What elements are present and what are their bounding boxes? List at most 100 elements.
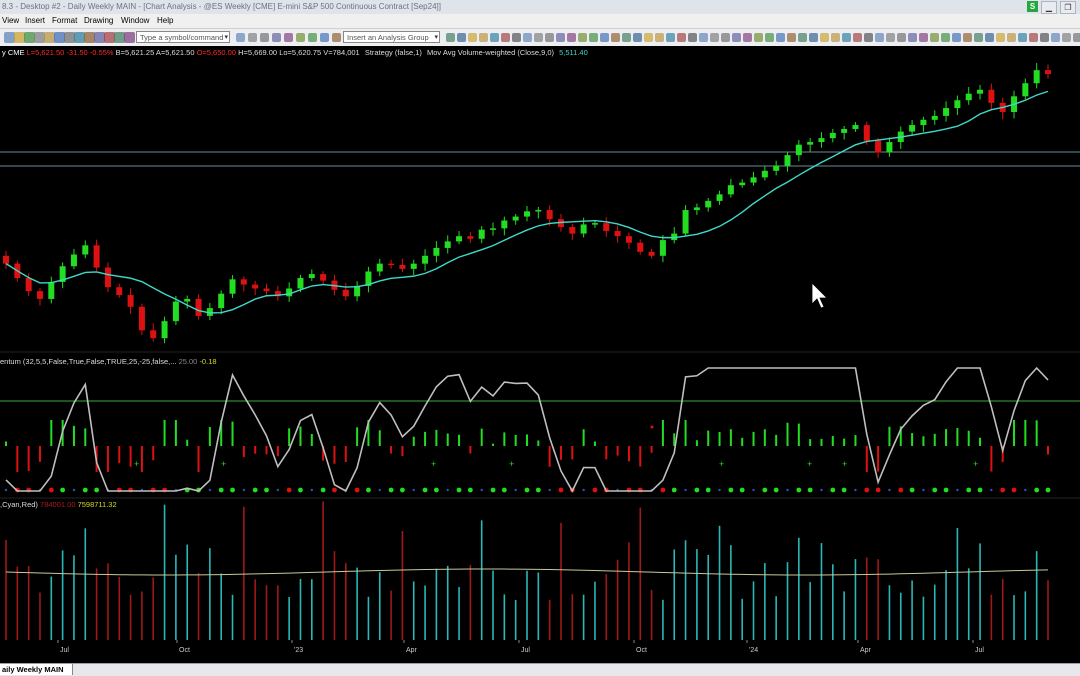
x-axis-label: '24 (749, 647, 758, 654)
toolbar-tool-12-icon[interactable] (479, 33, 488, 42)
toolbar-tool-61-icon[interactable] (1018, 33, 1027, 42)
chevron-down-icon[interactable]: ▾ (434, 32, 438, 42)
toolbar-tool-23-icon[interactable] (600, 33, 609, 42)
toolbar-tool-10-icon[interactable] (457, 33, 466, 42)
toolbar-tool-16-icon[interactable] (523, 33, 532, 42)
toolbar-tool-58-icon[interactable] (985, 33, 994, 42)
toolbar-tool-19-icon[interactable] (556, 33, 565, 42)
toolbar-tool-40-icon[interactable] (787, 33, 796, 42)
toolbar-tool-64-icon[interactable] (1051, 33, 1060, 42)
toolbar-tool-46-icon[interactable] (853, 33, 862, 42)
toolbar-tool-3-icon[interactable] (272, 33, 281, 42)
toolbar-tool-39-icon[interactable] (776, 33, 785, 42)
chart-canvas[interactable]: + + + + + + + + Jul Oct '23 Apr Jul Oct '24 Apr Jul (0, 46, 1080, 663)
toolbar-tool-2-icon[interactable] (260, 33, 269, 42)
minimize-button[interactable]: ▁ (1041, 1, 1057, 14)
volume-bar (877, 559, 879, 640)
toolbar-tool-38-icon[interactable] (765, 33, 774, 42)
candle (70, 254, 77, 267)
toolbar-tool-25-icon[interactable] (622, 33, 631, 42)
toolbar-tool-45-icon[interactable] (842, 33, 851, 42)
toolbar-tool-55-icon[interactable] (952, 33, 961, 42)
toolbar-tool-47-icon[interactable] (864, 33, 873, 42)
momentum-bar (344, 446, 347, 462)
momentum-bar (956, 428, 959, 446)
toolbar-tool-0-icon[interactable] (236, 33, 245, 42)
toolbar-tool-11-icon[interactable] (468, 33, 477, 42)
toolbar-tool-51-icon[interactable] (908, 33, 917, 42)
squeeze-dot (456, 487, 462, 493)
toolbar-tool-31-icon[interactable] (688, 33, 697, 42)
toolbar-tool-13-icon[interactable] (490, 33, 499, 42)
toolbar-tool-32-icon[interactable] (699, 33, 708, 42)
toolbar-tool-59-icon[interactable] (996, 33, 1005, 42)
toolbar-tool-20-icon[interactable] (567, 33, 576, 42)
toolbar-tool-33-icon[interactable] (710, 33, 719, 42)
toolbar-tool-43-icon[interactable] (820, 33, 829, 42)
menu-view[interactable]: View (2, 16, 19, 25)
toolbar-tool-6-icon[interactable] (308, 33, 317, 42)
toolbar-tool-63-icon[interactable] (1040, 33, 1049, 42)
squeeze-dot (4, 488, 8, 492)
toolbar-tool-37-icon[interactable] (754, 33, 763, 42)
toolbar-tool-30-icon[interactable] (677, 33, 686, 42)
toolbar-tool-8-icon[interactable] (332, 33, 341, 42)
toolbar-paste-icon[interactable] (124, 32, 135, 43)
toolbar-tool-56-icon[interactable] (963, 33, 972, 42)
candle (931, 115, 938, 120)
toolbar-tool-9-icon[interactable] (446, 33, 455, 42)
toolbar-tool-36-icon[interactable] (743, 33, 752, 42)
analysis-group-select[interactable]: Insert an Analysis Group ▾ (343, 31, 440, 43)
toolbar-tool-24-icon[interactable] (611, 33, 620, 42)
toolbar-tool-26-icon[interactable] (633, 33, 642, 42)
toolbar-tool-60-icon[interactable] (1007, 33, 1016, 42)
toolbar-tool-48-icon[interactable] (875, 33, 884, 42)
toolbar-tool-65-icon[interactable] (1062, 33, 1071, 42)
toolbar-tool-50-icon[interactable] (897, 33, 906, 42)
toolbar-tool-21-icon[interactable] (578, 33, 587, 42)
toolbar-tool-42-icon[interactable] (809, 33, 818, 42)
toolbar-tool-5-icon[interactable] (296, 33, 305, 42)
toolbar-tool-28-icon[interactable] (655, 33, 664, 42)
chevron-down-icon[interactable]: ▾ (224, 32, 228, 42)
toolbar-tool-62-icon[interactable] (1029, 33, 1038, 42)
toolbar-tool-22-icon[interactable] (589, 33, 598, 42)
toolbar-tool-14-icon[interactable] (501, 33, 510, 42)
squeeze-dot (977, 487, 983, 493)
momentum-bar (809, 439, 812, 446)
symbol-input[interactable]: Type a symbol/command ▾ (136, 31, 230, 43)
candle (252, 284, 259, 289)
volume-bar (899, 592, 902, 640)
momentum-bar (752, 431, 755, 446)
s-badge-icon[interactable]: S (1027, 1, 1038, 12)
toolbar-tool-18-icon[interactable] (545, 33, 554, 42)
toolbar-tool-35-icon[interactable] (732, 33, 741, 42)
toolbar-tool-44-icon[interactable] (831, 33, 840, 42)
toolbar-tool-34-icon[interactable] (721, 33, 730, 42)
x-axis-label: Apr (860, 647, 872, 654)
menu-drawing[interactable]: Drawing (84, 16, 113, 25)
toolbar-tool-53-icon[interactable] (930, 33, 939, 42)
toolbar-tool-27-icon[interactable] (644, 33, 653, 42)
restore-button[interactable]: ❐ (1060, 1, 1076, 14)
toolbar-tool-7-icon[interactable] (320, 33, 329, 42)
toolbar-tool-54-icon[interactable] (941, 33, 950, 42)
toolbar-tool-1-icon[interactable] (248, 33, 257, 42)
toolbar-tool-49-icon[interactable] (886, 33, 895, 42)
squeeze-dot (592, 487, 598, 493)
menu-help[interactable]: Help (157, 16, 173, 25)
toolbar-tool-57-icon[interactable] (974, 33, 983, 42)
momentum-bar (639, 446, 642, 467)
tab-daily-weekly-main[interactable]: aily Weekly MAIN (0, 664, 73, 675)
menu-insert[interactable]: Insert (25, 16, 45, 25)
chart-area[interactable]: + + + + + + + + Jul Oct '23 Apr Jul Oct '24 Apr Jul y C… (0, 46, 1080, 663)
toolbar-tool-17-icon[interactable] (534, 33, 543, 42)
menu-format[interactable]: Format (52, 16, 77, 25)
toolbar-tool-29-icon[interactable] (666, 33, 675, 42)
toolbar-tool-52-icon[interactable] (919, 33, 928, 42)
toolbar-tool-41-icon[interactable] (798, 33, 807, 42)
toolbar-tool-4-icon[interactable] (284, 33, 293, 42)
toolbar-tool-15-icon[interactable] (512, 33, 521, 42)
menu-window[interactable]: Window (121, 16, 149, 25)
toolbar-tool-66-icon[interactable] (1073, 33, 1080, 42)
